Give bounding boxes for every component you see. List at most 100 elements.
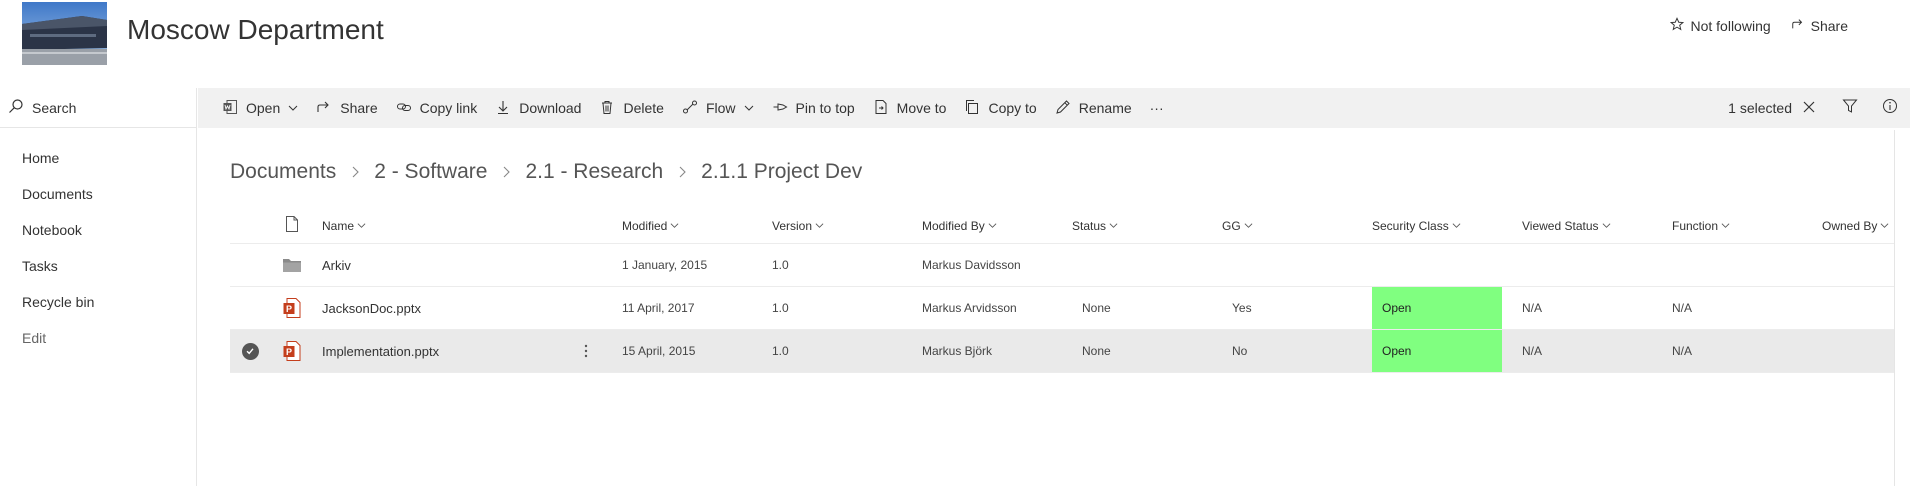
modified-by-link[interactable]: Markus Björk [922,330,992,372]
search-placeholder: Search [32,99,77,116]
file-name-link[interactable]: Arkiv [322,244,351,286]
folder-icon [282,244,302,286]
search-box[interactable]: Search [0,88,196,128]
powerpoint-icon: P [282,330,302,372]
column-header-row: Name Modified Version Modified By Status… [230,208,1895,244]
chevron-down-icon [988,219,997,233]
copy-to-label: Copy to [988,100,1037,116]
rename-label: Rename [1078,100,1132,116]
delete-button[interactable]: Delete [590,88,672,128]
file-type-column-header[interactable] [282,208,302,243]
pin-to-top-button[interactable]: Pin to top [763,88,864,128]
move-to-button[interactable]: Move to [864,88,956,128]
follow-label: Not following [1690,17,1771,34]
pencil-icon [1055,99,1071,118]
gg-value: No [1232,344,1248,358]
rename-button[interactable]: Rename [1046,88,1141,128]
table-row-selected[interactable]: P Implementation.pptx 15 April, 2015 1.0… [230,330,1895,373]
gg-value: Yes [1232,301,1252,315]
checkmark-icon [241,342,259,360]
function-value: N/A [1672,301,1693,315]
breadcrumb-item-software[interactable]: 2 - Software [374,160,487,184]
svg-text:P: P [286,304,292,314]
nav-item-tasks[interactable]: Tasks [0,248,196,284]
link-icon [396,99,412,118]
filter-button[interactable] [1830,88,1870,128]
more-commands-label: ··· [1149,100,1164,116]
site-logo[interactable] [22,2,107,65]
copy-link-label: Copy link [419,100,478,116]
share-label: Share [340,100,378,116]
chevron-down-icon [1721,219,1730,233]
file-name-link[interactable]: JacksonDoc.pptx [322,287,421,329]
column-header-name[interactable]: Name [322,208,366,243]
copy-to-button[interactable]: Copy to [955,88,1045,128]
nav-item-documents[interactable]: Documents [0,176,196,212]
column-security-class-label: Security Class [1372,218,1449,233]
column-viewed-status-label: Viewed Status [1522,218,1599,233]
info-button[interactable] [1870,88,1910,128]
site-share-button[interactable]: Share [1791,17,1848,34]
column-header-version[interactable]: Version [772,208,824,243]
search-icon [8,98,24,117]
selection-status[interactable]: 1 selected [1714,100,1830,117]
trash-icon [599,99,615,118]
modified-date: 1 January, 2015 [622,258,708,272]
site-title[interactable]: Moscow Department [127,14,384,46]
chevron-down-icon [1602,219,1611,233]
left-navigation: Search Home Documents Notebook Tasks Rec… [0,88,197,486]
column-header-function[interactable]: Function [1672,208,1730,243]
column-header-gg[interactable]: GG [1222,208,1253,243]
filter-icon [1842,98,1858,119]
vertical-scrollbar[interactable] [1894,130,1895,486]
nav-edit-link[interactable]: Edit [0,320,196,356]
delete-label: Delete [623,100,664,116]
status-value: None [1082,301,1111,315]
column-header-owned-by[interactable]: Owned By [1822,208,1889,243]
vertical-ellipsis-icon[interactable] [576,330,596,372]
column-header-modified-by[interactable]: Modified By [922,208,997,243]
column-modified-label: Modified [622,218,668,233]
close-icon[interactable] [1802,100,1816,117]
row-select-checkbox[interactable] [230,330,270,372]
chevron-down-icon [288,100,298,116]
share-button[interactable]: Share [307,88,386,128]
column-header-viewed-status[interactable]: Viewed Status [1522,208,1611,243]
copy-icon [964,99,980,118]
breadcrumb-item-research[interactable]: 2.1 - Research [525,160,663,184]
download-button[interactable]: Download [486,88,590,128]
breadcrumb-item-documents[interactable]: Documents [230,160,336,184]
table-row[interactable]: P JacksonDoc.pptx 11 April, 2017 1.0 Mar… [230,287,1895,330]
flow-button[interactable]: Flow [673,88,763,128]
flow-label: Flow [705,100,736,116]
chevron-down-icon [1452,219,1461,233]
copy-link-button[interactable]: Copy link [387,88,487,128]
file-name-link[interactable]: Implementation.pptx [322,330,439,372]
follow-button[interactable]: Not following [1670,17,1771,34]
modified-date: 15 April, 2015 [622,344,696,358]
open-button[interactable]: Open [198,88,307,128]
chevron-down-icon [815,219,824,233]
nav-item-home[interactable]: Home [0,140,196,176]
column-header-security-class[interactable]: Security Class [1372,208,1461,243]
viewed-status-value: N/A [1522,301,1543,315]
row-select-checkbox[interactable] [230,244,270,286]
column-header-modified[interactable]: Modified [622,208,679,243]
table-row[interactable]: Arkiv 1 January, 2015 1.0 Markus Davidss… [230,244,1895,287]
nav-item-recycle-bin[interactable]: Recycle bin [0,284,196,320]
more-commands-button[interactable]: ··· [1141,88,1173,128]
column-modified-by-label: Modified By [922,218,985,233]
pin-to-top-label: Pin to top [795,100,855,116]
column-status-label: Status [1072,218,1107,233]
modified-by-link[interactable]: Markus Arvidsson [922,287,1017,329]
column-header-status[interactable]: Status [1072,208,1118,243]
document-icon [285,216,299,235]
nav-item-notebook[interactable]: Notebook [0,212,196,248]
flow-icon [682,99,698,118]
chevron-down-icon [357,219,366,233]
share-icon [316,99,332,118]
viewed-status-value: N/A [1522,344,1543,358]
modified-by-link[interactable]: Markus Davidsson [922,244,1021,286]
share-icon [1791,17,1805,34]
row-select-checkbox[interactable] [230,287,270,329]
